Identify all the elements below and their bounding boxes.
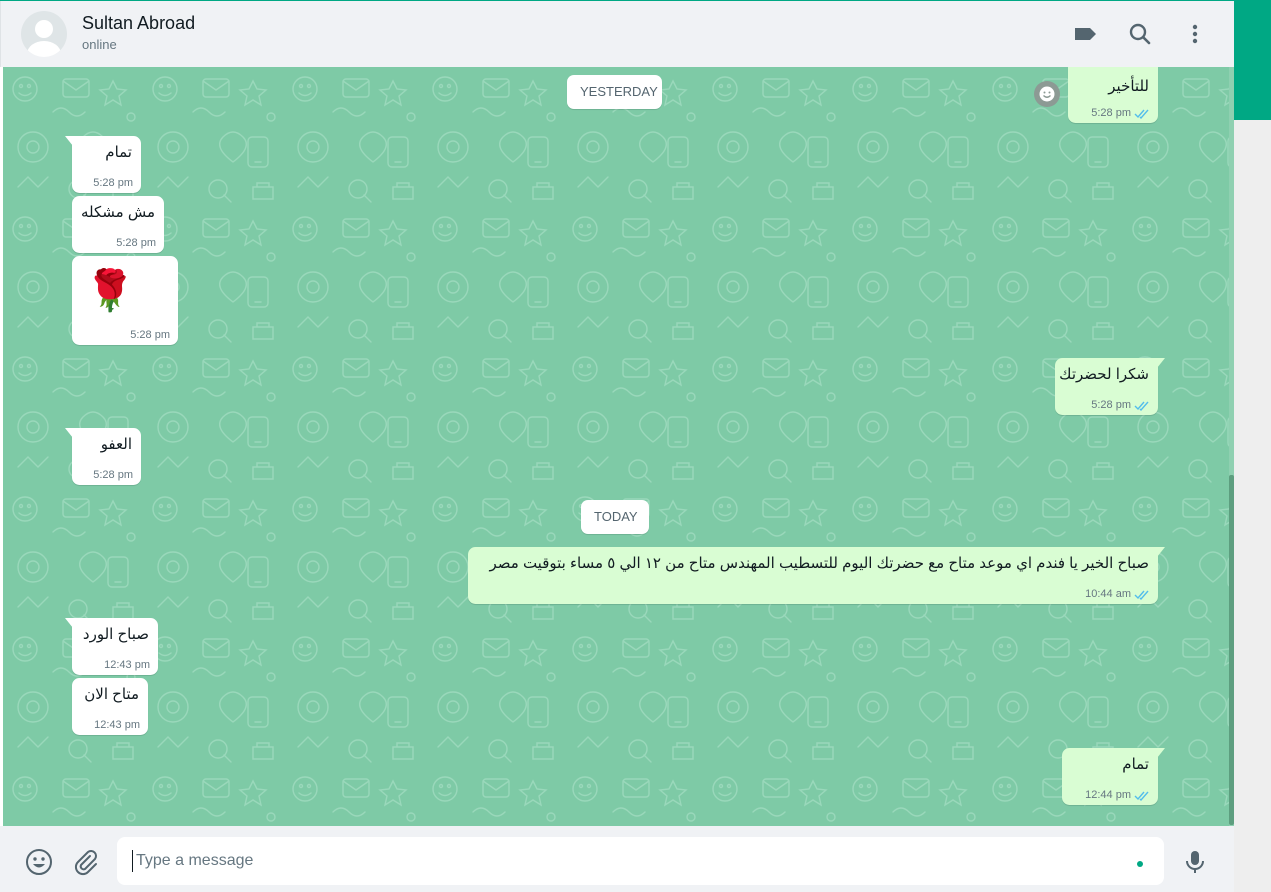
bubble-tail bbox=[65, 136, 73, 146]
avatar-body bbox=[27, 41, 61, 57]
side-accent bbox=[1234, 0, 1271, 120]
message-time: 12:44 pm bbox=[1085, 789, 1131, 801]
message-meta: 10:44 am bbox=[1085, 588, 1150, 600]
side-strip bbox=[1234, 0, 1271, 892]
message-meta: 12:44 pm bbox=[1085, 789, 1150, 801]
message-meta: 5:28 pm bbox=[1091, 399, 1150, 411]
message-bubble-outgoing[interactable]: للتأخير 5:28 pm bbox=[1068, 67, 1158, 123]
double-check-icon bbox=[1134, 590, 1149, 600]
message-text: مش مشكله bbox=[80, 204, 155, 221]
contact-status: online bbox=[82, 37, 117, 52]
chat-area[interactable]: للتأخير 5:28 pm YESTERDAY تمام 5:28 pm م… bbox=[3, 67, 1231, 826]
smiley-icon bbox=[1039, 86, 1055, 102]
bubble-tail bbox=[65, 618, 73, 628]
message-time: 5:28 pm bbox=[1091, 399, 1131, 411]
double-check-icon bbox=[1134, 401, 1149, 411]
message-time: 5:28 pm bbox=[93, 177, 133, 189]
message-meta: 12:43 pm bbox=[104, 659, 150, 671]
message-input-box[interactable] bbox=[117, 837, 1164, 885]
microphone-icon[interactable] bbox=[1180, 847, 1210, 877]
message-bubble-incoming[interactable]: 🌹 5:28 pm bbox=[72, 256, 178, 345]
message-text: للتأخير bbox=[1108, 78, 1149, 95]
message-time: 12:43 pm bbox=[94, 719, 140, 731]
contact-name[interactable]: Sultan Abroad bbox=[82, 13, 195, 34]
double-check-icon bbox=[1134, 791, 1149, 801]
message-time: 5:28 pm bbox=[93, 469, 133, 481]
chat-scrollbar[interactable] bbox=[1229, 67, 1234, 826]
bubble-tail bbox=[65, 428, 73, 438]
date-divider-yesterday: YESTERDAY bbox=[567, 75, 662, 109]
reaction-emoji-button[interactable] bbox=[1034, 81, 1060, 107]
message-time: 5:28 pm bbox=[1091, 107, 1131, 119]
message-time: 5:28 pm bbox=[130, 329, 170, 341]
bubble-tail bbox=[1157, 358, 1165, 368]
message-text: صباح الخير يا فندم اي موعد متاح مع حضرتك… bbox=[489, 555, 1149, 572]
avatar-head bbox=[35, 20, 53, 38]
double-check-icon bbox=[1134, 109, 1149, 119]
message-time: 12:43 pm bbox=[104, 659, 150, 671]
input-status-dot bbox=[1137, 861, 1143, 867]
message-bubble-outgoing[interactable]: صباح الخير يا فندم اي موعد متاح مع حضرتك… bbox=[468, 547, 1165, 604]
text-caret bbox=[132, 850, 133, 872]
message-bubble-outgoing[interactable]: تمام 12:44 pm bbox=[1062, 748, 1165, 805]
message-text: تمام bbox=[1122, 756, 1149, 773]
message-meta: 5:28 pm bbox=[1091, 107, 1150, 119]
bubble-tail bbox=[1157, 748, 1165, 758]
message-meta: 5:28 pm bbox=[130, 329, 170, 341]
message-bubble-outgoing[interactable]: شكرا لحضرتك 5:28 pm bbox=[1055, 358, 1165, 415]
chat-header[interactable]: Sultan Abroad online bbox=[0, 1, 1234, 67]
message-text: شكرا لحضرتك bbox=[1059, 366, 1149, 383]
date-divider-today: TODAY bbox=[581, 500, 649, 534]
chat-wallpaper-pattern bbox=[3, 67, 1231, 826]
message-time: 10:44 am bbox=[1085, 588, 1131, 600]
emoji-icon[interactable] bbox=[24, 847, 54, 877]
message-bubble-incoming[interactable]: صباح الورد 12:43 pm bbox=[65, 618, 158, 675]
message-text: صباح الورد bbox=[82, 626, 149, 643]
menu-icon[interactable] bbox=[1181, 20, 1209, 48]
bubble-tail bbox=[1157, 547, 1165, 557]
message-meta: 12:43 pm bbox=[94, 719, 140, 731]
message-bubble-incoming[interactable]: العفو 5:28 pm bbox=[65, 428, 141, 485]
message-meta: 5:28 pm bbox=[116, 237, 156, 249]
label-icon[interactable] bbox=[1071, 20, 1099, 48]
message-bubble-incoming[interactable]: تمام 5:28 pm bbox=[65, 136, 141, 193]
message-bubble-incoming[interactable]: متاح الان 12:43 pm bbox=[72, 678, 148, 735]
message-meta: 5:28 pm bbox=[93, 177, 133, 189]
message-text: متاح الان bbox=[84, 686, 139, 703]
message-meta: 5:28 pm bbox=[93, 469, 133, 481]
rose-emoji: 🌹 bbox=[85, 269, 135, 313]
search-icon[interactable] bbox=[1126, 20, 1154, 48]
avatar[interactable] bbox=[21, 11, 67, 57]
message-bubble-incoming[interactable]: مش مشكله 5:28 pm bbox=[72, 196, 164, 253]
message-text: العفو bbox=[100, 436, 132, 453]
message-time: 5:28 pm bbox=[116, 237, 156, 249]
message-text: تمام bbox=[105, 144, 132, 161]
attach-icon[interactable] bbox=[70, 847, 100, 877]
composer-bar bbox=[0, 826, 1234, 892]
scrollbar-thumb[interactable] bbox=[1229, 475, 1234, 825]
message-input[interactable] bbox=[117, 837, 1116, 885]
